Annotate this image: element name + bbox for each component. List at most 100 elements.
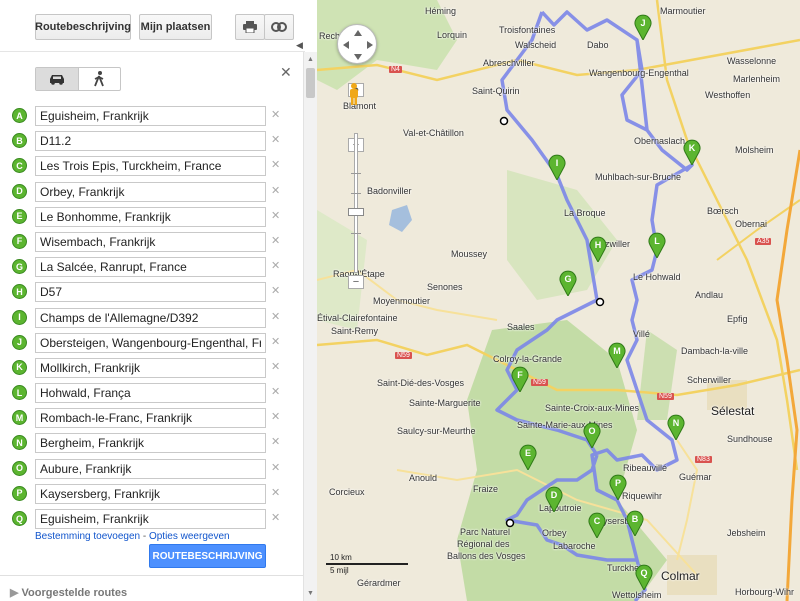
remove-waypoint-icon[interactable]: ✕ [271, 209, 280, 222]
waypoint-marker-icon[interactable]: E [12, 208, 27, 224]
zoom-slider-handle[interactable] [348, 208, 364, 216]
remove-waypoint-icon[interactable]: ✕ [271, 259, 280, 272]
remove-waypoint-icon[interactable]: ✕ [271, 234, 280, 247]
get-directions-button[interactable]: ROUTEBESCHRIJVING [149, 544, 266, 568]
map-pin-icon[interactable]: E [519, 444, 537, 470]
waypoint-marker-icon[interactable]: F [12, 233, 27, 249]
remove-waypoint-icon[interactable]: ✕ [271, 461, 280, 474]
my-places-button[interactable]: Mijn plaatsen [139, 14, 212, 40]
collapse-panel-icon[interactable]: ◀ [296, 40, 303, 51]
map-pin-icon[interactable]: P [609, 474, 627, 500]
pegman-icon[interactable] [348, 83, 360, 105]
waypoint-marker-icon[interactable]: O [12, 460, 27, 476]
show-options-link[interactable]: Opties weergeven [149, 531, 230, 542]
waypoint-input[interactable] [35, 282, 266, 303]
map-label: Lorquin [437, 30, 468, 40]
map-pin-icon[interactable]: H [589, 236, 607, 262]
pan-control[interactable] [337, 24, 377, 64]
waypoint-input[interactable] [35, 509, 266, 529]
map-label: Saint-Remy [331, 326, 379, 336]
map-pin-icon[interactable]: O [583, 422, 601, 448]
remove-waypoint-icon[interactable]: ✕ [271, 511, 280, 524]
waypoint-marker-icon[interactable]: P [12, 485, 27, 501]
remove-waypoint-icon[interactable]: ✕ [271, 158, 280, 171]
map-pin-icon[interactable]: I [548, 154, 566, 180]
map-pin-icon[interactable]: C [588, 512, 606, 538]
zoom-track[interactable] [354, 133, 358, 273]
link-button[interactable] [264, 14, 294, 40]
remove-waypoint-icon[interactable]: ✕ [271, 284, 280, 297]
remove-waypoint-icon[interactable]: ✕ [271, 133, 280, 146]
waypoint-input[interactable] [35, 383, 266, 404]
add-destination-link[interactable]: Bestemming toevoegen [35, 531, 140, 542]
map-pin-icon[interactable]: G [559, 270, 577, 296]
zoom-out-button[interactable]: − [348, 275, 364, 289]
remove-waypoint-icon[interactable]: ✕ [271, 435, 280, 448]
remove-waypoint-icon[interactable]: ✕ [271, 385, 280, 398]
map-pin-icon[interactable]: N [667, 414, 685, 440]
panel-scrollbar[interactable]: ▲ ▼ [303, 52, 317, 601]
map-pin-icon[interactable]: K [683, 139, 701, 165]
waypoint-marker-icon[interactable]: D [12, 183, 27, 199]
map-pin-icon[interactable]: D [545, 486, 563, 512]
mode-car-button[interactable] [36, 68, 79, 90]
scroll-down-icon[interactable]: ▼ [307, 590, 314, 597]
waypoint-input[interactable] [35, 156, 266, 177]
waypoint-marker-icon[interactable]: L [12, 385, 27, 401]
waypoint-input[interactable] [35, 433, 266, 454]
waypoint-marker-icon[interactable]: Q [12, 511, 27, 526]
map-label: Gérardmer [357, 578, 401, 588]
waypoint-input[interactable] [35, 458, 266, 479]
map-pin-icon[interactable]: L [648, 232, 666, 258]
waypoint-input[interactable] [35, 181, 266, 202]
map-pin-icon[interactable]: M [608, 342, 626, 368]
map-label: Westhoffen [705, 90, 751, 100]
waypoint-marker-icon[interactable]: I [12, 309, 27, 325]
remove-waypoint-icon[interactable]: ✕ [271, 108, 280, 121]
map-label: Fraize [473, 484, 499, 494]
waypoint-input[interactable] [35, 307, 266, 328]
waypoint-marker-icon[interactable]: A [12, 108, 27, 123]
route-button[interactable]: Routebeschrijving [35, 14, 131, 40]
print-button[interactable] [235, 14, 265, 40]
remove-waypoint-icon[interactable]: ✕ [271, 335, 280, 348]
remove-waypoint-icon[interactable]: ✕ [271, 410, 280, 423]
waypoint-marker-icon[interactable]: C [12, 158, 27, 174]
waypoint-marker-icon[interactable]: K [12, 359, 27, 375]
waypoint-input[interactable] [35, 483, 266, 504]
waypoint-marker-icon[interactable]: J [12, 334, 27, 350]
map-pin-icon[interactable]: B [626, 510, 644, 536]
remove-waypoint-icon[interactable]: ✕ [271, 310, 280, 323]
waypoint-marker-icon[interactable]: G [12, 259, 27, 275]
close-icon[interactable]: ✕ [280, 64, 292, 81]
zoom-tick [351, 173, 361, 174]
waypoint-marker-icon[interactable]: M [12, 410, 27, 426]
remove-waypoint-icon[interactable]: ✕ [271, 184, 280, 197]
map-pin-icon[interactable]: F [511, 366, 529, 392]
waypoint-input[interactable] [35, 206, 266, 227]
scroll-thumb[interactable] [306, 68, 315, 98]
maps-app: Routebeschrijving Mijn plaatsen ◀ ✕ A ✕ B ✕… [0, 0, 800, 601]
waypoint-marker-icon[interactable]: H [12, 284, 27, 300]
map-label: Ribeauvillé [623, 463, 668, 473]
waypoint-input[interactable] [35, 131, 266, 152]
map-pin-icon[interactable]: Q [635, 564, 653, 590]
map-label: Moyenmoutier [373, 296, 431, 306]
map-pin-icon[interactable]: J [634, 14, 652, 40]
link-icon [271, 22, 287, 32]
suggested-routes-header[interactable]: ▶ Voorgestelde routes [0, 575, 303, 601]
waypoint-input[interactable] [35, 231, 266, 252]
remove-waypoint-icon[interactable]: ✕ [271, 486, 280, 499]
waypoint-marker-icon[interactable]: N [12, 435, 27, 451]
waypoint-input[interactable] [35, 106, 266, 126]
mode-walk-button[interactable] [79, 68, 121, 90]
waypoint-marker-icon[interactable]: B [12, 133, 27, 149]
suggested-routes-label: Voorgestelde routes [21, 587, 128, 599]
waypoint-input[interactable] [35, 408, 266, 429]
remove-waypoint-icon[interactable]: ✕ [271, 360, 280, 373]
waypoint-input[interactable] [35, 332, 266, 353]
waypoint-input[interactable] [35, 357, 266, 378]
map-canvas[interactable]: Héming Troisfontaines Marmoutier Rechico… [317, 0, 800, 601]
waypoint-input[interactable] [35, 257, 266, 278]
scroll-up-icon[interactable]: ▲ [307, 56, 314, 63]
